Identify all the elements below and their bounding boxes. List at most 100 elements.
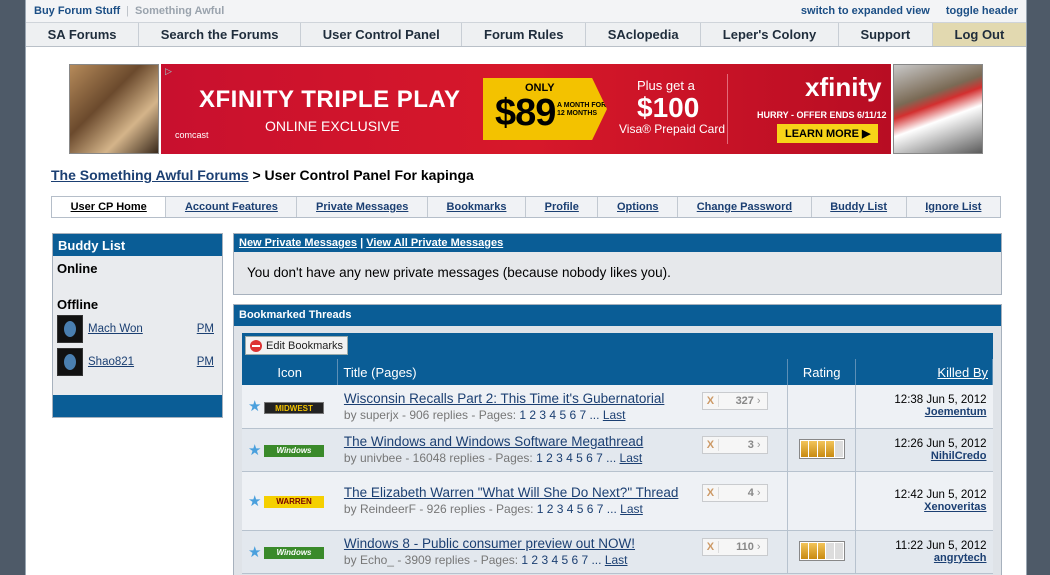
breadcrumb-root-link[interactable]: The Something Awful Forums — [51, 167, 249, 183]
buddy-pm-link[interactable]: PM — [197, 356, 214, 368]
rooster-photo — [893, 64, 983, 154]
last-page-link[interactable]: Last — [620, 502, 643, 516]
bookmark-star-icon[interactable]: ★ — [248, 492, 264, 510]
buy-forum-stuff-link[interactable]: Buy Forum Stuff — [34, 5, 120, 17]
killed-by-user[interactable]: Joementum — [925, 406, 987, 418]
tab-bookmarks[interactable]: Bookmarks — [428, 197, 527, 217]
killed-by-sort-link[interactable]: Killed By — [937, 365, 988, 380]
jump-arrow-icon[interactable]: › — [757, 395, 767, 407]
jump-arrow-icon[interactable]: › — [757, 439, 767, 451]
page-links[interactable]: 1 2 3 4 5 6 7 ... — [537, 502, 617, 516]
by-label: by — [343, 451, 357, 465]
tab-buddy-list[interactable]: Buddy List — [812, 197, 907, 217]
page-links[interactable]: 1 2 3 4 5 6 7 ... — [521, 553, 601, 567]
unread-count-box[interactable]: X 110 › — [701, 537, 768, 556]
last-page-link[interactable]: Last — [620, 451, 643, 465]
killed-by-user[interactable]: angrytech — [934, 552, 987, 564]
buddy-list-panel: Buddy List Online Offline Mach Won PM Sh… — [52, 233, 223, 418]
tab-account-features[interactable]: Account Features — [166, 197, 298, 217]
thread-meta: by ReindeerF - 926 replies - Pages: 1 2 … — [343, 502, 643, 516]
no-entry-icon — [250, 339, 262, 352]
page-links[interactable]: 1 2 3 4 5 6 7 ... — [536, 451, 616, 465]
page-links[interactable]: 1 2 3 4 5 6 7 ... — [519, 408, 599, 422]
bookmark-star-icon[interactable]: ★ — [248, 441, 264, 459]
tab-ignore-list[interactable]: Ignore List — [907, 197, 1000, 217]
bookmark-star-icon[interactable]: ★ — [248, 397, 264, 415]
col-rating: Rating — [787, 359, 857, 385]
nav-forum-rules[interactable]: Forum Rules — [462, 23, 587, 46]
reply-count: 3909 — [404, 553, 432, 567]
jump-arrow-icon[interactable]: › — [757, 541, 767, 553]
tab-change-password[interactable]: Change Password — [678, 197, 812, 217]
buddy-name[interactable]: Mach Won — [88, 323, 197, 335]
edit-bookmarks-button[interactable]: Edit Bookmarks — [245, 336, 349, 355]
tab-private-messages[interactable]: Private Messages — [297, 197, 428, 217]
avatar — [57, 314, 83, 343]
col-icon: Icon — [242, 359, 339, 385]
nav-log-out[interactable]: Log Out — [932, 23, 1026, 46]
ad-choices-icon[interactable]: ▷ — [165, 66, 172, 77]
new-private-messages-link[interactable]: New Private Messages — [239, 237, 357, 249]
nav-sa-forums[interactable]: SA Forums — [26, 23, 140, 46]
thread-icon-cell: ★ WARREN — [242, 471, 338, 531]
learn-more-button[interactable]: LEARN MORE ▶ — [777, 124, 879, 143]
thread-title-link[interactable]: The Elizabeth Warren "What Will She Do N… — [344, 485, 699, 501]
thread-author: superjx — [359, 407, 399, 422]
private-messages-panel: New Private Messages | View All Private … — [233, 233, 1002, 295]
unread-count-box[interactable]: X 327 › — [701, 392, 768, 410]
table-row: ★ MIDWEST Wisconsin Recalls Part 2: This T… — [242, 385, 993, 429]
bookmark-star-icon[interactable]: ★ — [248, 543, 264, 561]
last-page-link[interactable]: Last — [605, 553, 628, 567]
thread-icon-cell: ★ Windows — [242, 530, 338, 574]
ucp-tabs: User CP Home Account Features Private Me… — [51, 196, 1001, 218]
thread-icon-cell: ★ MIDWEST — [242, 385, 338, 429]
pm-header: New Private Messages | View All Private … — [234, 234, 1001, 252]
price-value: $89 — [495, 92, 556, 134]
nav-lepers-colony[interactable]: Leper's Colony — [701, 23, 839, 46]
xfinity-ad[interactable]: ▷ XFINITY TRIPLE PLAY ONLINE EXCLUSIVE c… — [161, 64, 891, 154]
buddy-name[interactable]: Shao821 — [88, 356, 197, 368]
tab-profile[interactable]: Profile — [526, 197, 599, 217]
jump-arrow-icon[interactable]: › — [757, 487, 767, 499]
nav-search-forums[interactable]: Search the Forums — [139, 23, 302, 46]
last-page-link[interactable]: Last — [603, 408, 626, 422]
mark-unread-icon[interactable]: X — [703, 486, 719, 499]
bookmarked-threads-panel: Bookmarked Threads Edit Bookmarks Icon T… — [233, 304, 1002, 575]
nav-support[interactable]: Support — [839, 23, 933, 46]
unread-count-box[interactable]: X 4 › — [701, 483, 768, 502]
col-title: Title (Pages) — [337, 359, 789, 385]
col-killed-by[interactable]: Killed By — [855, 359, 993, 385]
tab-user-cp-home[interactable]: User CP Home — [52, 197, 167, 217]
unread-count-box[interactable]: X 3 › — [701, 435, 768, 454]
ad-banner[interactable]: ▷ XFINITY TRIPLE PLAY ONLINE EXCLUSIVE c… — [69, 64, 983, 154]
nav-user-control-panel[interactable]: User Control Panel — [301, 23, 463, 46]
table-row: ★ Windows The Windows and Windows Software… — [242, 428, 993, 472]
buddy-pm-link[interactable]: PM — [197, 323, 214, 335]
bookmarks-title: Bookmarked Threads — [234, 305, 1001, 326]
mark-unread-icon[interactable]: X — [703, 438, 719, 451]
killed-by-user[interactable]: Xenoveritas — [924, 501, 986, 513]
killed-time: 12:26 Jun 5, 2012 — [894, 437, 987, 450]
replies-label: replies - Pages: — [450, 502, 534, 516]
thread-title-link[interactable]: Wisconsin Recalls Part 2: This Time it's… — [344, 391, 699, 407]
view-all-private-messages-link[interactable]: View All Private Messages — [366, 237, 503, 249]
thread-rating-cell — [787, 428, 856, 472]
unread-count: 3 — [747, 438, 754, 451]
table-row: ★ WARREN The Elizabeth Warren "What Will S… — [242, 471, 993, 531]
toggle-header-link[interactable]: toggle header — [946, 5, 1018, 17]
dog-photo — [69, 64, 159, 154]
killed-by-user[interactable]: NihilCredo — [931, 450, 987, 462]
price-month: A MONTH FOR 12 MONTHS — [557, 102, 607, 117]
tab-options[interactable]: Options — [598, 197, 679, 217]
plus-get: Plus get a — [637, 78, 695, 93]
thread-title-link[interactable]: Windows 8 - Public consumer preview out … — [344, 536, 699, 552]
mark-unread-icon[interactable]: X — [703, 395, 719, 407]
mark-unread-icon[interactable]: X — [703, 540, 719, 553]
switch-expanded-view-link[interactable]: switch to expanded view — [801, 5, 930, 17]
thread-rating-cell — [787, 530, 856, 574]
something-awful-link[interactable]: Something Awful — [135, 5, 224, 17]
nav-saclopedia[interactable]: SAclopedia — [586, 23, 702, 46]
killed-by-cell: 11:22 Jun 5, 2012 angrytech — [855, 530, 993, 574]
buddy-row: Shao821 PM — [53, 345, 222, 378]
thread-title-link[interactable]: The Windows and Windows Software Megathr… — [344, 434, 699, 450]
